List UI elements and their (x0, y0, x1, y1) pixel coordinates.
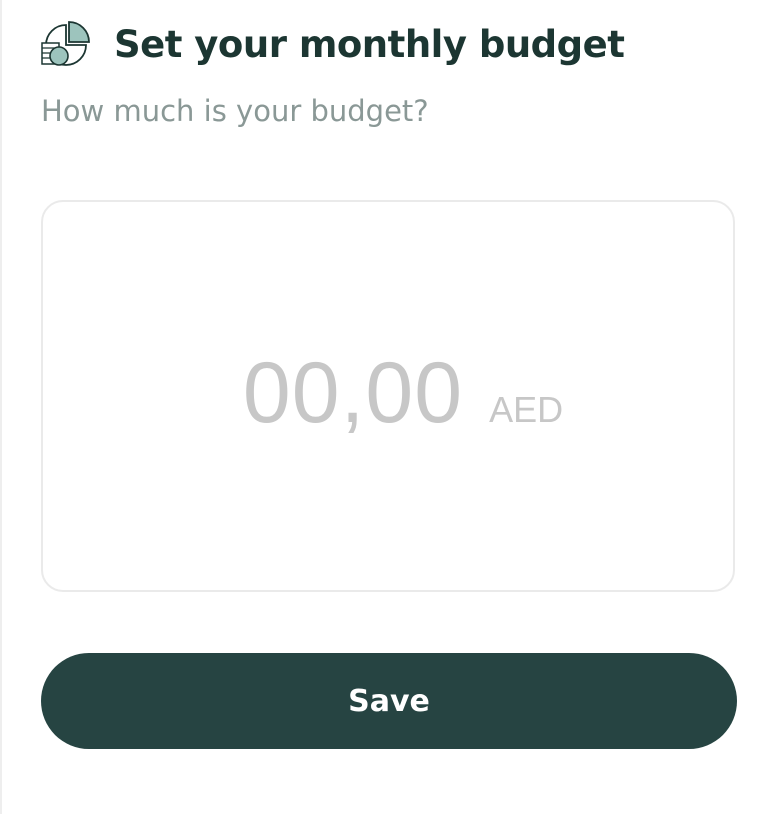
budget-question-label: How much is your budget? (41, 94, 429, 128)
amount-display: 00,00 AED (243, 344, 563, 443)
page-header: Set your monthly budget (40, 17, 625, 71)
left-edge-divider (0, 0, 2, 814)
budget-pie-coins-icon (40, 19, 92, 69)
currency-label: AED (489, 388, 564, 430)
budget-amount-input[interactable]: 00,00 AED (41, 200, 735, 592)
save-button[interactable]: Save (41, 653, 737, 749)
page-title: Set your monthly budget (114, 22, 625, 66)
amount-placeholder: 00,00 (242, 344, 464, 441)
